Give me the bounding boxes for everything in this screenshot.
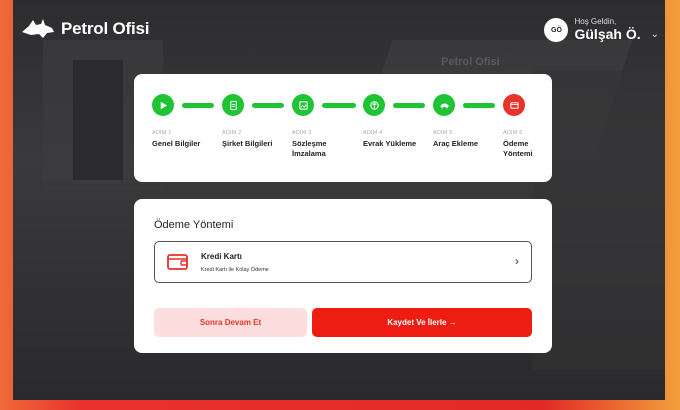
save-continue-button[interactable]: Kaydet Ve İlerle → xyxy=(312,308,532,337)
step-6[interactable]: ADIM 6 Ödeme Yöntemi xyxy=(503,94,573,159)
wallet-icon xyxy=(503,94,525,116)
car-icon xyxy=(433,94,455,116)
background-pump xyxy=(73,60,123,180)
app-screen: Petrol Ofisi Petrol Ofisi GÖ Hoş Geldin,… xyxy=(13,0,665,400)
chevron-right-icon: › xyxy=(515,254,519,268)
step-number: ADIM 3 xyxy=(292,130,312,136)
step-number: ADIM 1 xyxy=(152,130,172,136)
user-name: Gülşah Ö. xyxy=(574,25,641,42)
step-number: ADIM 4 xyxy=(363,130,383,136)
top-bar: Petrol Ofisi GÖ Hoş Geldin, Gülşah Ö. ⌄ xyxy=(13,0,665,60)
step-label: Evrak Yükleme xyxy=(363,139,417,148)
wolf-logo-icon xyxy=(22,19,54,38)
payment-card: Ödeme Yöntemi Kredi Kartı Kredi Kartı il… xyxy=(134,199,552,353)
stepper-card: ADIM 1 Genel Bilgiler ADIM 2 Şirket Bilg… xyxy=(134,74,552,182)
step-1[interactable]: ADIM 1 Genel Bilgiler xyxy=(152,94,222,149)
payment-title: Ödeme Yöntemi xyxy=(154,219,234,231)
step-4[interactable]: ADIM 4 Evrak Yükleme xyxy=(363,94,433,149)
step-label: Araç Ekleme xyxy=(433,139,479,148)
step-label: Genel Bilgiler xyxy=(152,139,201,148)
step-3[interactable]: ADIM 3 Sözleşme İmzalama xyxy=(292,94,362,159)
upload-icon xyxy=(363,94,385,116)
wallet-icon xyxy=(167,254,188,270)
step-number: ADIM 5 xyxy=(433,130,453,136)
user-menu[interactable]: GÖ Hoş Geldin, Gülşah Ö. ⌄ xyxy=(544,18,659,42)
chevron-down-icon[interactable]: ⌄ xyxy=(651,29,659,40)
brand-logo[interactable]: Petrol Ofisi xyxy=(21,18,149,40)
step-number: ADIM 2 xyxy=(222,130,242,136)
continue-later-button[interactable]: Sonra Devam Et xyxy=(154,308,307,337)
step-2[interactable]: ADIM 2 Şirket Bilgileri xyxy=(222,94,292,149)
play-icon xyxy=(152,94,174,116)
step-label: Ödeme Yöntemi xyxy=(503,139,533,158)
brand-name: Petrol Ofisi xyxy=(61,19,150,38)
step-label: Sözleşme İmzalama xyxy=(292,139,327,158)
step-label: Şirket Bilgileri xyxy=(222,139,273,148)
step-number: ADIM 6 xyxy=(503,130,523,136)
step-5[interactable]: ADIM 5 Araç Ekleme xyxy=(433,94,503,149)
signature-icon xyxy=(292,94,314,116)
avatar: GÖ xyxy=(544,18,569,42)
option-name: Kredi Kartı xyxy=(201,252,242,261)
credit-card-option[interactable]: Kredi Kartı Kredi Kartı ile Kolay Ödeme … xyxy=(154,241,532,283)
option-description: Kredi Kartı ile Kolay Ödeme xyxy=(201,267,269,273)
document-icon xyxy=(222,94,244,116)
